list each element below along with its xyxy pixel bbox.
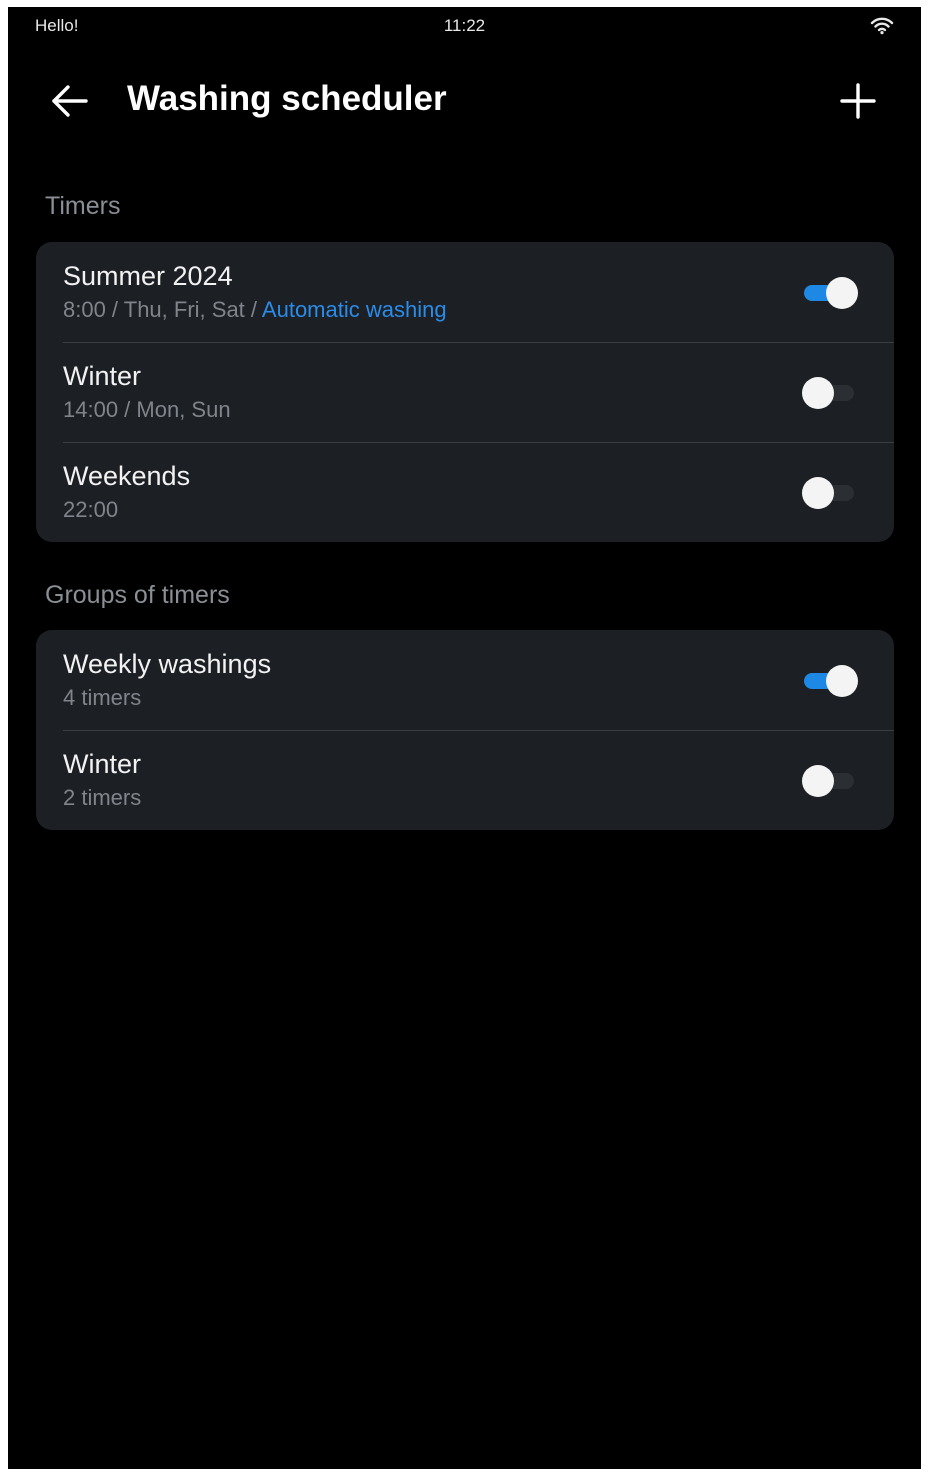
- timers-card: Summer 2024 8:00 / Thu, Fri, Sat / Autom…: [36, 242, 894, 542]
- toggle-thumb: [802, 477, 834, 509]
- page-title: Washing scheduler: [127, 79, 447, 118]
- toggle-thumb: [802, 377, 834, 409]
- arrow-left-icon: [46, 85, 92, 128]
- group-title: Winter: [63, 749, 142, 779]
- timer-toggle[interactable]: [802, 376, 858, 409]
- status-time: 11:22: [443, 16, 486, 35]
- group-toggle[interactable]: [802, 764, 858, 797]
- group-subtitle: 4 timers: [63, 685, 141, 711]
- group-title: Weekly washings: [63, 649, 272, 679]
- timer-toggle[interactable]: [802, 476, 858, 509]
- groups-section-header: Groups of timers: [45, 581, 230, 609]
- timer-schedule: 22:00: [63, 497, 119, 522]
- group-subtitle: 2 timers: [63, 785, 141, 811]
- app-bar: Washing scheduler: [8, 62, 921, 138]
- timer-row-summer-2024[interactable]: Summer 2024 8:00 / Thu, Fri, Sat / Autom…: [36, 242, 894, 342]
- timers-section-header: Timers: [45, 192, 121, 220]
- timer-title: Summer 2024: [63, 261, 233, 291]
- timer-row-weekends[interactable]: Weekends 22:00: [36, 442, 894, 542]
- add-timer-button[interactable]: [835, 78, 881, 124]
- timer-subtitle: 8:00 / Thu, Fri, Sat / Automatic washing: [63, 297, 447, 323]
- timer-subtitle: 22:00: [63, 497, 118, 523]
- timer-program-link: Automatic washing: [261, 297, 447, 322]
- group-timer-count: 4 timers: [63, 685, 142, 710]
- timer-toggle[interactable]: [802, 276, 858, 309]
- groups-card: Weekly washings 4 timers Winter 2 timers: [36, 630, 894, 830]
- timer-row-winter[interactable]: Winter 14:00 / Mon, Sun: [36, 342, 894, 442]
- group-toggle[interactable]: [802, 664, 858, 697]
- toggle-thumb: [826, 277, 858, 309]
- back-button[interactable]: [46, 78, 92, 124]
- timer-title: Weekends: [63, 461, 191, 491]
- app-screen: Hello! 11:22 Washing scheduler Timers Su…: [8, 7, 921, 1469]
- timer-schedule: 14:00 / Mon, Sun: [63, 397, 231, 422]
- toggle-thumb: [826, 665, 858, 697]
- timer-schedule: 8:00 / Thu, Fri, Sat /: [63, 297, 262, 322]
- group-timer-count: 2 timers: [63, 785, 142, 810]
- toggle-thumb: [802, 765, 834, 797]
- plus-icon: [835, 83, 881, 128]
- group-row-winter[interactable]: Winter 2 timers: [36, 730, 894, 830]
- group-row-weekly-washings[interactable]: Weekly washings 4 timers: [36, 630, 894, 730]
- timer-title: Winter: [63, 361, 142, 391]
- status-bar: Hello! 11:22: [8, 7, 921, 47]
- wifi-icon: [870, 17, 894, 35]
- timer-subtitle: 14:00 / Mon, Sun: [63, 397, 231, 423]
